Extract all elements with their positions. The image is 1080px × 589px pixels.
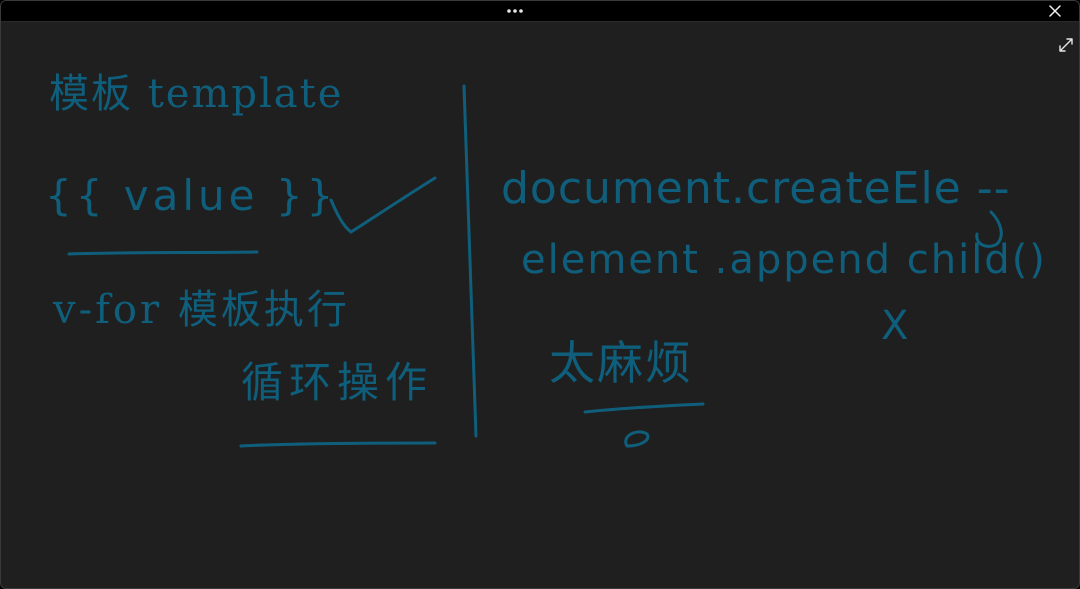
underline-troublesome	[583, 402, 705, 414]
drawing-canvas[interactable]: 模板 template {{ value }} v-for 模板执行 循环操作 …	[1, 22, 1079, 588]
divider-line	[462, 84, 478, 438]
close-icon	[1049, 5, 1061, 17]
swirl-stroke	[975, 210, 1003, 248]
check-mark	[329, 176, 437, 234]
small-circle	[624, 430, 650, 448]
underline-interpolation	[67, 250, 259, 256]
underline-loop	[239, 441, 437, 448]
title-bar[interactable]	[1, 1, 1079, 22]
more-horizontal-icon[interactable]	[503, 6, 527, 16]
ink-strokes	[67, 84, 1003, 448]
whiteboard-window: 模板 template {{ value }} v-for 模板执行 循环操作 …	[0, 0, 1080, 589]
close-button[interactable]	[1043, 1, 1069, 21]
